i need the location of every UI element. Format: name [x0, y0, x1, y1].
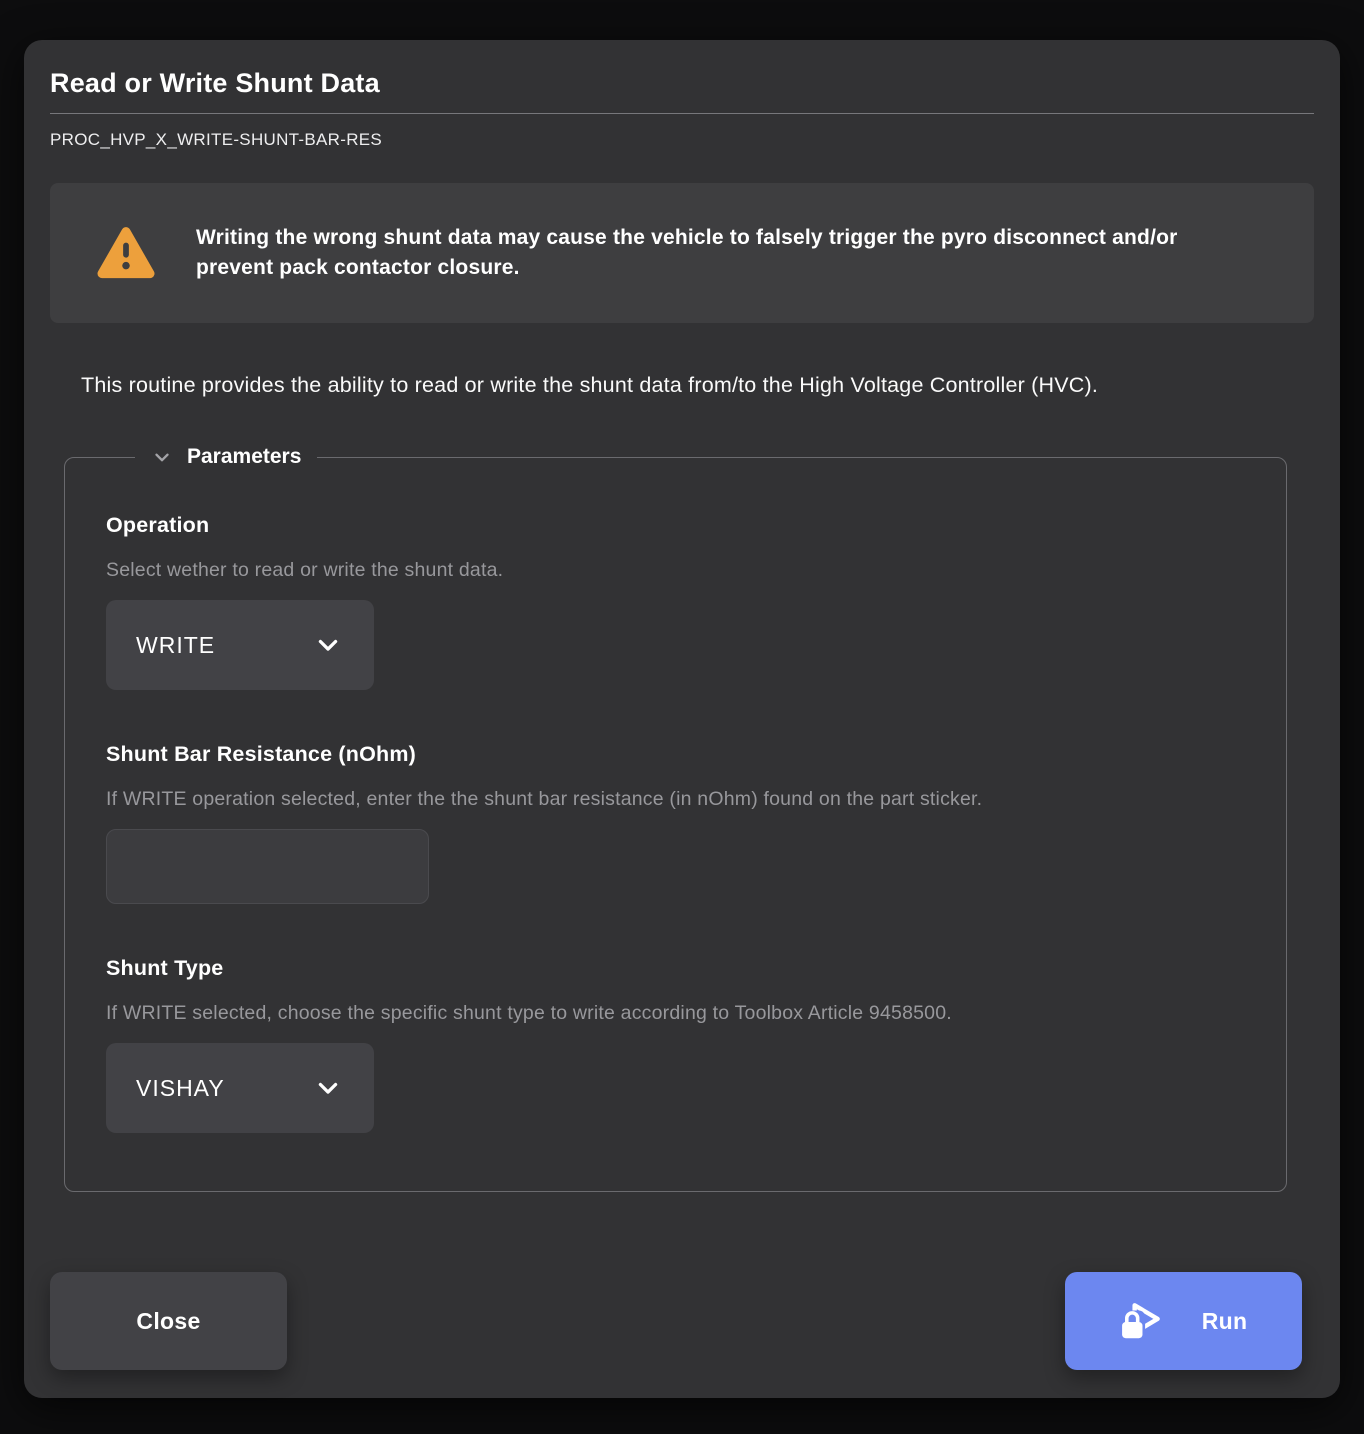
parameters-section: Parameters Operation Select wether to re… [64, 445, 1287, 1192]
parameters-section-toggle[interactable]: Parameters [135, 445, 317, 469]
shunt-type-help-text: If WRITE selected, choose the specific s… [106, 1002, 1246, 1025]
operation-label: Operation [106, 513, 1246, 538]
operation-select-value: WRITE [136, 632, 215, 659]
shunt-bar-resistance-help-text: If WRITE operation selected, enter the t… [106, 788, 1246, 811]
operation-field-group: Operation Select wether to read or write… [106, 513, 1246, 690]
shunt-type-select-value: VISHAY [136, 1075, 225, 1102]
run-button-label: Run [1202, 1308, 1248, 1335]
chevron-down-icon [151, 446, 173, 468]
close-button[interactable]: Close [50, 1272, 287, 1370]
page-title: Read or Write Shunt Data [50, 64, 1314, 100]
shunt-bar-resistance-field-group: Shunt Bar Resistance (nOhm) If WRITE ope… [106, 742, 1246, 904]
run-button[interactable]: Run [1065, 1272, 1302, 1370]
operation-help-text: Select wether to read or write the shunt… [106, 559, 1246, 582]
warning-text: Writing the wrong shunt data may cause t… [196, 223, 1216, 283]
parameters-section-label: Parameters [187, 445, 301, 469]
operation-select[interactable]: WRITE [106, 600, 374, 690]
locked-play-icon [1120, 1299, 1166, 1343]
chevron-down-icon [314, 631, 342, 659]
shunt-type-label: Shunt Type [106, 956, 1246, 981]
warning-banner: Writing the wrong shunt data may cause t… [50, 183, 1314, 323]
procedure-code: PROC_HVP_X_WRITE-SHUNT-BAR-RES [50, 130, 1314, 150]
chevron-down-icon [314, 1074, 342, 1102]
shunt-type-field-group: Shunt Type If WRITE selected, choose the… [106, 956, 1246, 1133]
shunt-bar-resistance-input[interactable] [106, 829, 429, 904]
shunt-type-select[interactable]: VISHAY [106, 1043, 374, 1133]
dialog-footer: Close Run [50, 1272, 1314, 1370]
close-button-label: Close [136, 1308, 200, 1335]
warning-triangle-icon [96, 226, 156, 280]
title-divider [50, 113, 1314, 114]
routine-description: This routine provides the ability to rea… [81, 370, 1206, 401]
run-procedure-dialog: Read or Write Shunt Data PROC_HVP_X_WRIT… [24, 40, 1340, 1398]
shunt-bar-resistance-label: Shunt Bar Resistance (nOhm) [106, 742, 1246, 767]
